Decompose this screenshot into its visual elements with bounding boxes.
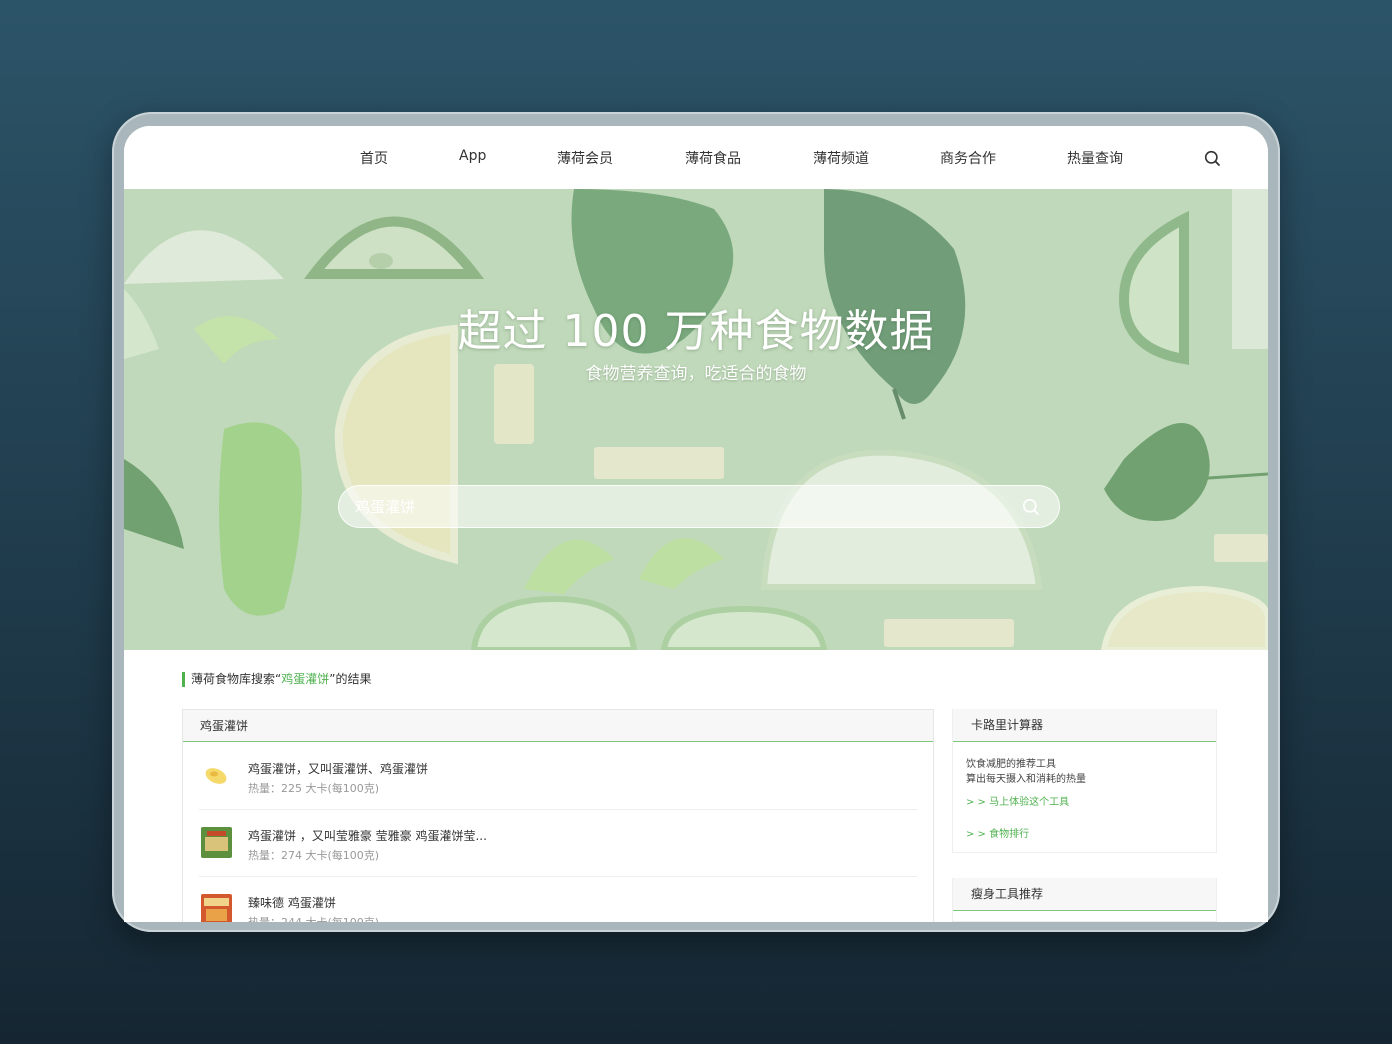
nav-item-membership[interactable]: 薄荷会员: [557, 148, 613, 168]
results-heading-suffix: ”的结果: [329, 672, 372, 686]
results-heading: 薄荷食物库搜索“鸡蛋灌饼”的结果: [182, 672, 371, 687]
calculator-desc-line1: 饮食减肥的推荐工具: [966, 759, 1056, 770]
food-search-input[interactable]: [355, 486, 995, 527]
food-ranking-link[interactable]: > > 食物排行: [966, 825, 1029, 840]
list-item[interactable]: 鸡蛋灌饼 ，又叫莹雅豪 莹雅豪 鸡蛋灌饼莹... 热量：274 大卡(每100克…: [199, 810, 917, 877]
food-thumbnail[interactable]: [201, 827, 232, 858]
hero-title: 超过 100 万种食物数据: [457, 306, 935, 357]
search-icon[interactable]: [1022, 498, 1040, 516]
list-item[interactable]: 鸡蛋灌饼，又叫蛋灌饼、鸡蛋灌饼 热量：225 大卡(每100克): [199, 743, 917, 810]
results-panel-title: 鸡蛋灌饼: [183, 710, 933, 742]
food-thumbnail[interactable]: [201, 894, 232, 922]
try-tool-link[interactable]: > > 马上体验这个工具: [966, 793, 1069, 808]
calorie-calculator-panel: 卡路里计算器 饮食减肥的推荐工具 算出每天摄入和消耗的热量 > > 马上体验这个…: [952, 709, 1217, 853]
food-name[interactable]: 鸡蛋灌饼 ，又叫莹雅豪 莹雅豪 鸡蛋灌饼莹...: [248, 827, 487, 844]
calculator-desc-line2: 算出每天摄入和消耗的热量: [966, 774, 1086, 785]
results-panel: 鸡蛋灌饼 鸡蛋灌饼，又叫蛋灌饼、鸡蛋灌饼 热量：225 大卡(每100克) 鸡蛋…: [182, 709, 934, 922]
hero-overlay: [124, 189, 1268, 650]
food-search-box: [338, 485, 1060, 528]
nav-item-foods[interactable]: 薄荷食品: [685, 148, 741, 168]
nav-item-calorie-lookup[interactable]: 热量查询: [1067, 148, 1123, 168]
top-nav: 首页 App 薄荷会员 薄荷食品 薄荷频道 商务合作 热量查询: [124, 126, 1268, 189]
results-heading-keyword[interactable]: 鸡蛋灌饼: [281, 672, 329, 686]
food-thumbnail[interactable]: [201, 760, 232, 791]
food-calories: 热量：225 大卡(每100克): [248, 782, 380, 795]
search-icon[interactable]: [1204, 150, 1221, 167]
hero-banner: 超过 100 万种食物数据 食物营养查询，吃适合的食物: [124, 189, 1268, 650]
nav-item-business[interactable]: 商务合作: [940, 148, 996, 168]
slimming-tools-panel: 瘦身工具推荐: [952, 878, 1217, 922]
slimming-tools-title: 瘦身工具推荐: [953, 878, 1216, 911]
nav-item-home[interactable]: 首页: [360, 148, 388, 168]
food-calories: 热量：244 大卡(每100克): [248, 914, 379, 922]
nav-item-app[interactable]: App: [459, 148, 486, 164]
food-name[interactable]: 鸡蛋灌饼，又叫蛋灌饼、鸡蛋灌饼: [248, 760, 428, 777]
list-item[interactable]: 臻味德 鸡蛋灌饼 热量：244 大卡(每100克): [199, 877, 917, 922]
hero-subtitle: 食物营养查询，吃适合的食物: [585, 364, 807, 384]
browser-screen: 首页 App 薄荷会员 薄荷食品 薄荷频道 商务合作 热量查询 超过 100 万…: [124, 126, 1268, 922]
food-calories: 热量：274 大卡(每100克): [248, 849, 380, 862]
food-name[interactable]: 臻味德 鸡蛋灌饼: [248, 894, 336, 911]
calorie-calculator-title: 卡路里计算器: [953, 709, 1216, 742]
nav-item-channel[interactable]: 薄荷频道: [813, 148, 869, 168]
results-heading-prefix: 薄荷食物库搜索“: [191, 672, 282, 686]
